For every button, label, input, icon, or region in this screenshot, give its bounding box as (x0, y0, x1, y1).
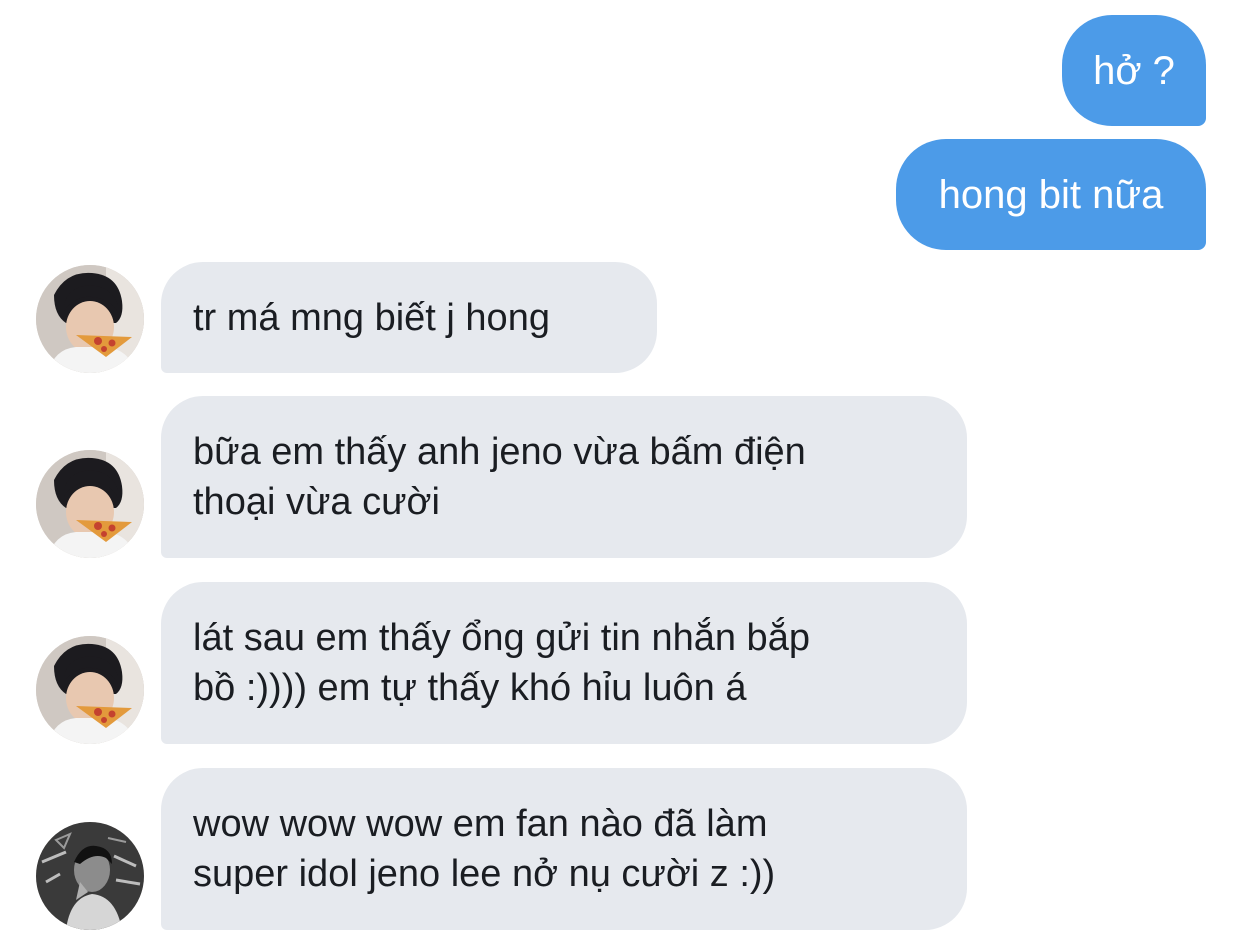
incoming-message[interactable]: tr má mng biết j hong (161, 262, 657, 373)
grayscale-graffiti-avatar-icon (36, 822, 144, 930)
outgoing-message[interactable]: hong bit nữa (896, 139, 1206, 250)
sender-avatar[interactable] (36, 822, 144, 930)
message-text: tr má mng biết j hong (193, 296, 550, 339)
sender-avatar[interactable] (36, 636, 144, 744)
chat-thread: hở ? hong bit nữa tr má mng biết j hong (0, 0, 1242, 944)
sender-avatar[interactable] (36, 265, 144, 373)
incoming-message[interactable]: wow wow wow em fan nào đã làm super idol… (161, 768, 967, 930)
message-text: bữa em thấy anh jeno vừa bấm điện thoại … (193, 431, 806, 523)
incoming-message[interactable]: bữa em thấy anh jeno vừa bấm điện thoại … (161, 396, 967, 558)
incoming-message[interactable]: lát sau em thấy ổng gửi tin nhắn bắp bồ … (161, 582, 967, 744)
pizza-boy-avatar-icon (36, 450, 144, 558)
outgoing-message[interactable]: hở ? (1062, 15, 1206, 126)
pizza-boy-avatar-icon (36, 265, 144, 373)
sender-avatar[interactable] (36, 450, 144, 558)
message-text: lát sau em thấy ổng gửi tin nhắn bắp bồ … (193, 617, 810, 709)
pizza-boy-avatar-icon (36, 636, 144, 744)
message-text: wow wow wow em fan nào đã làm super idol… (193, 803, 776, 895)
message-text: hở ? (1093, 48, 1175, 93)
message-text: hong bit nữa (938, 172, 1164, 217)
